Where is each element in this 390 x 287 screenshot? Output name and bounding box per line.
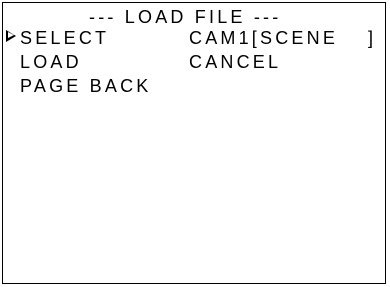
- osd-screen: --- LOAD FILE --- SELECT CAM1[SCENE ] LO…: [2, 2, 386, 284]
- scene-file-selector-end-bracket: ]: [368, 28, 377, 48]
- selection-cursor-icon: [6, 30, 16, 42]
- menu-item-load[interactable]: LOAD: [20, 52, 82, 72]
- menu-item-select[interactable]: SELECT: [20, 28, 109, 48]
- menu-item-cancel[interactable]: CANCEL: [189, 52, 281, 72]
- menu-item-page-back[interactable]: PAGE BACK: [20, 76, 152, 96]
- menu-title: --- LOAD FILE ---: [89, 7, 282, 27]
- scene-file-selector[interactable]: CAM1[SCENE: [189, 28, 338, 48]
